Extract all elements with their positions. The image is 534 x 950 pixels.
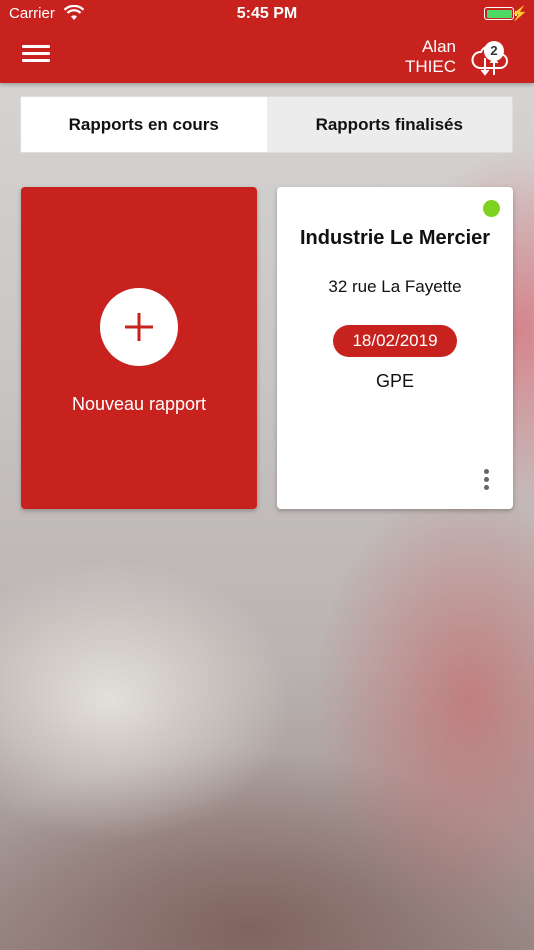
report-card[interactable]: Industrie Le Mercier 32 rue La Fayette 1…: [277, 187, 513, 509]
user-name: Alan THIEC: [405, 37, 456, 77]
add-report-button[interactable]: [100, 288, 178, 366]
new-report-card[interactable]: Nouveau rapport: [21, 187, 257, 509]
report-tabs: Rapports en cours Rapports finalisés: [20, 96, 513, 153]
new-report-label: Nouveau rapport: [71, 394, 207, 414]
charging-bolt-icon: ⚡: [510, 5, 528, 21]
user-last-name: THIEC: [405, 57, 456, 76]
report-code: GPE: [375, 371, 414, 391]
plus-icon: [125, 313, 153, 341]
cloud-sync-button[interactable]: 2: [470, 38, 512, 78]
more-options-icon[interactable]: [481, 469, 491, 493]
sync-count-badge: 2: [484, 41, 504, 61]
hamburger-menu-button[interactable]: [22, 41, 50, 67]
tab-rapports-finalises[interactable]: Rapports finalisés: [266, 97, 512, 152]
report-status-dot: [483, 200, 500, 217]
user-first-name: Alan: [421, 37, 456, 56]
clock: 5:45 PM: [236, 5, 298, 22]
tab-rapports-en-cours[interactable]: Rapports en cours: [21, 97, 267, 152]
battery-icon: [484, 7, 514, 20]
app-header: Alan THIEC 2: [0, 28, 534, 83]
report-date-badge: 18/02/2019: [333, 325, 457, 357]
status-bar: Carrier 5:45 PM ⚡: [0, 0, 534, 28]
report-address: 32 rue La Fayette: [328, 277, 462, 296]
report-title: Industrie Le Mercier: [299, 227, 491, 249]
